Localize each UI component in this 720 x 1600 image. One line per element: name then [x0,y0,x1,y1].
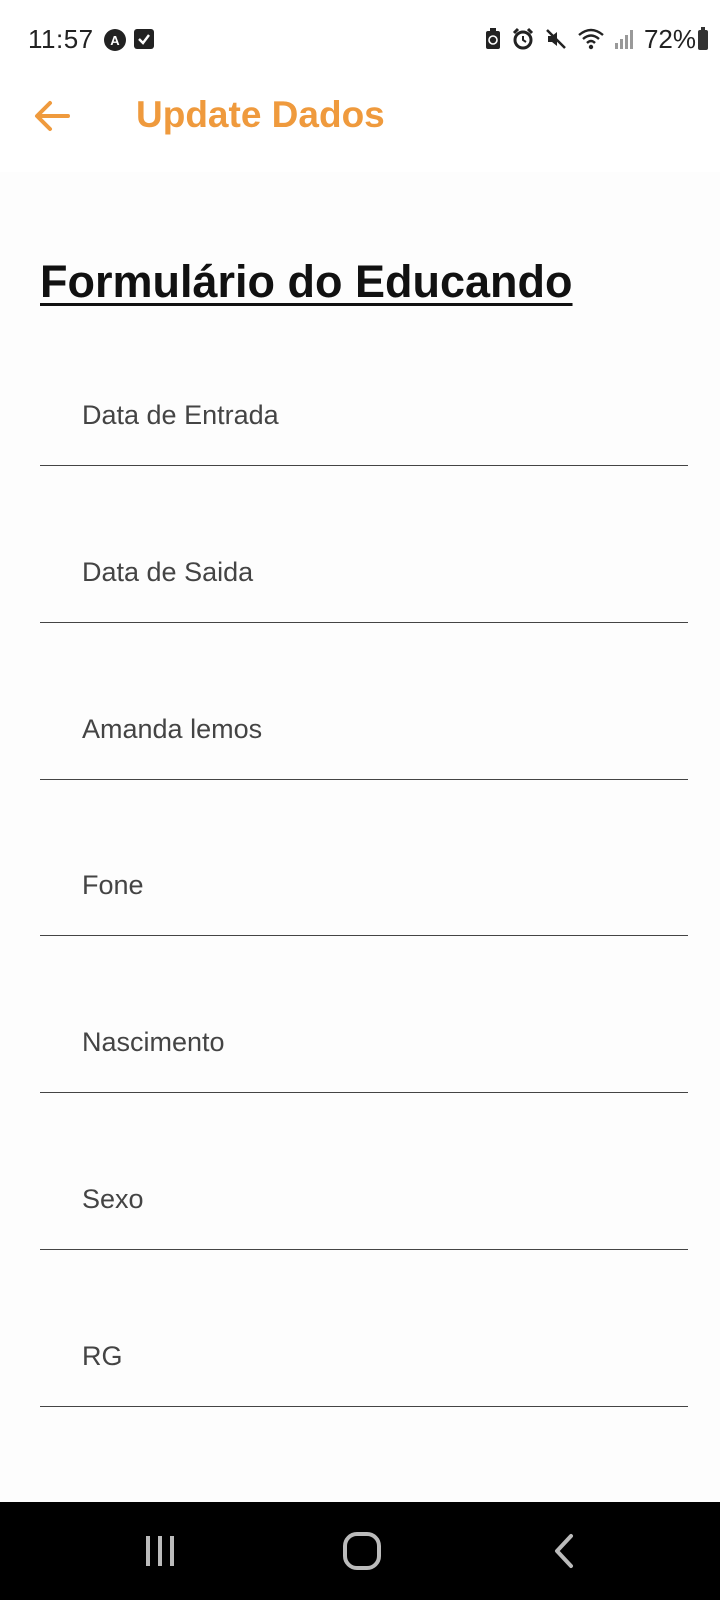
form-content: Formulário do Educando [0,172,720,1502]
screen: 11:57 A 72% Update Dados Formulário do E… [0,0,720,1600]
fone-input[interactable] [40,835,688,935]
battery-percent: 72% [643,24,696,54]
status-right-icons [484,27,634,51]
recents-icon [146,1536,174,1566]
back-button[interactable] [534,1526,594,1576]
checkbox-icon [134,29,154,49]
field-fone [40,835,688,936]
field-sexo [40,1149,688,1250]
page-title: Update Dados [136,94,385,135]
back-arrow-button[interactable] [30,94,74,138]
alarm-icon [511,27,535,51]
back-icon [555,1534,573,1568]
battery-icon [698,27,708,50]
mute-icon [544,27,568,51]
nascimento-input[interactable] [40,992,688,1092]
field-rg [40,1306,688,1407]
data-entrada-input[interactable] [40,365,688,465]
nome-input[interactable] [40,679,688,779]
status-time: 11:57 [28,24,94,54]
home-icon [343,1532,381,1570]
recents-button[interactable] [130,1526,190,1576]
rg-input[interactable] [40,1306,688,1406]
form-title: Formulário do Educando [40,256,573,307]
sexo-input[interactable] [40,1149,688,1249]
arrow-left-icon [35,101,70,131]
auto-icon: A [104,29,126,51]
field-nome [40,679,688,780]
status-left-icons: A [104,29,154,51]
field-nascimento [40,992,688,1093]
field-data-saida [40,522,688,623]
status-bar: 11:57 A 72% [0,0,720,80]
navigation-bar [0,1502,720,1600]
home-button[interactable] [332,1526,392,1576]
data-saida-input[interactable] [40,522,688,622]
field-data-entrada [40,365,688,466]
wifi-icon [577,27,605,51]
signal-icon [614,27,634,51]
app-bar: Update Dados [0,80,720,172]
battery-saver-icon [484,27,502,51]
